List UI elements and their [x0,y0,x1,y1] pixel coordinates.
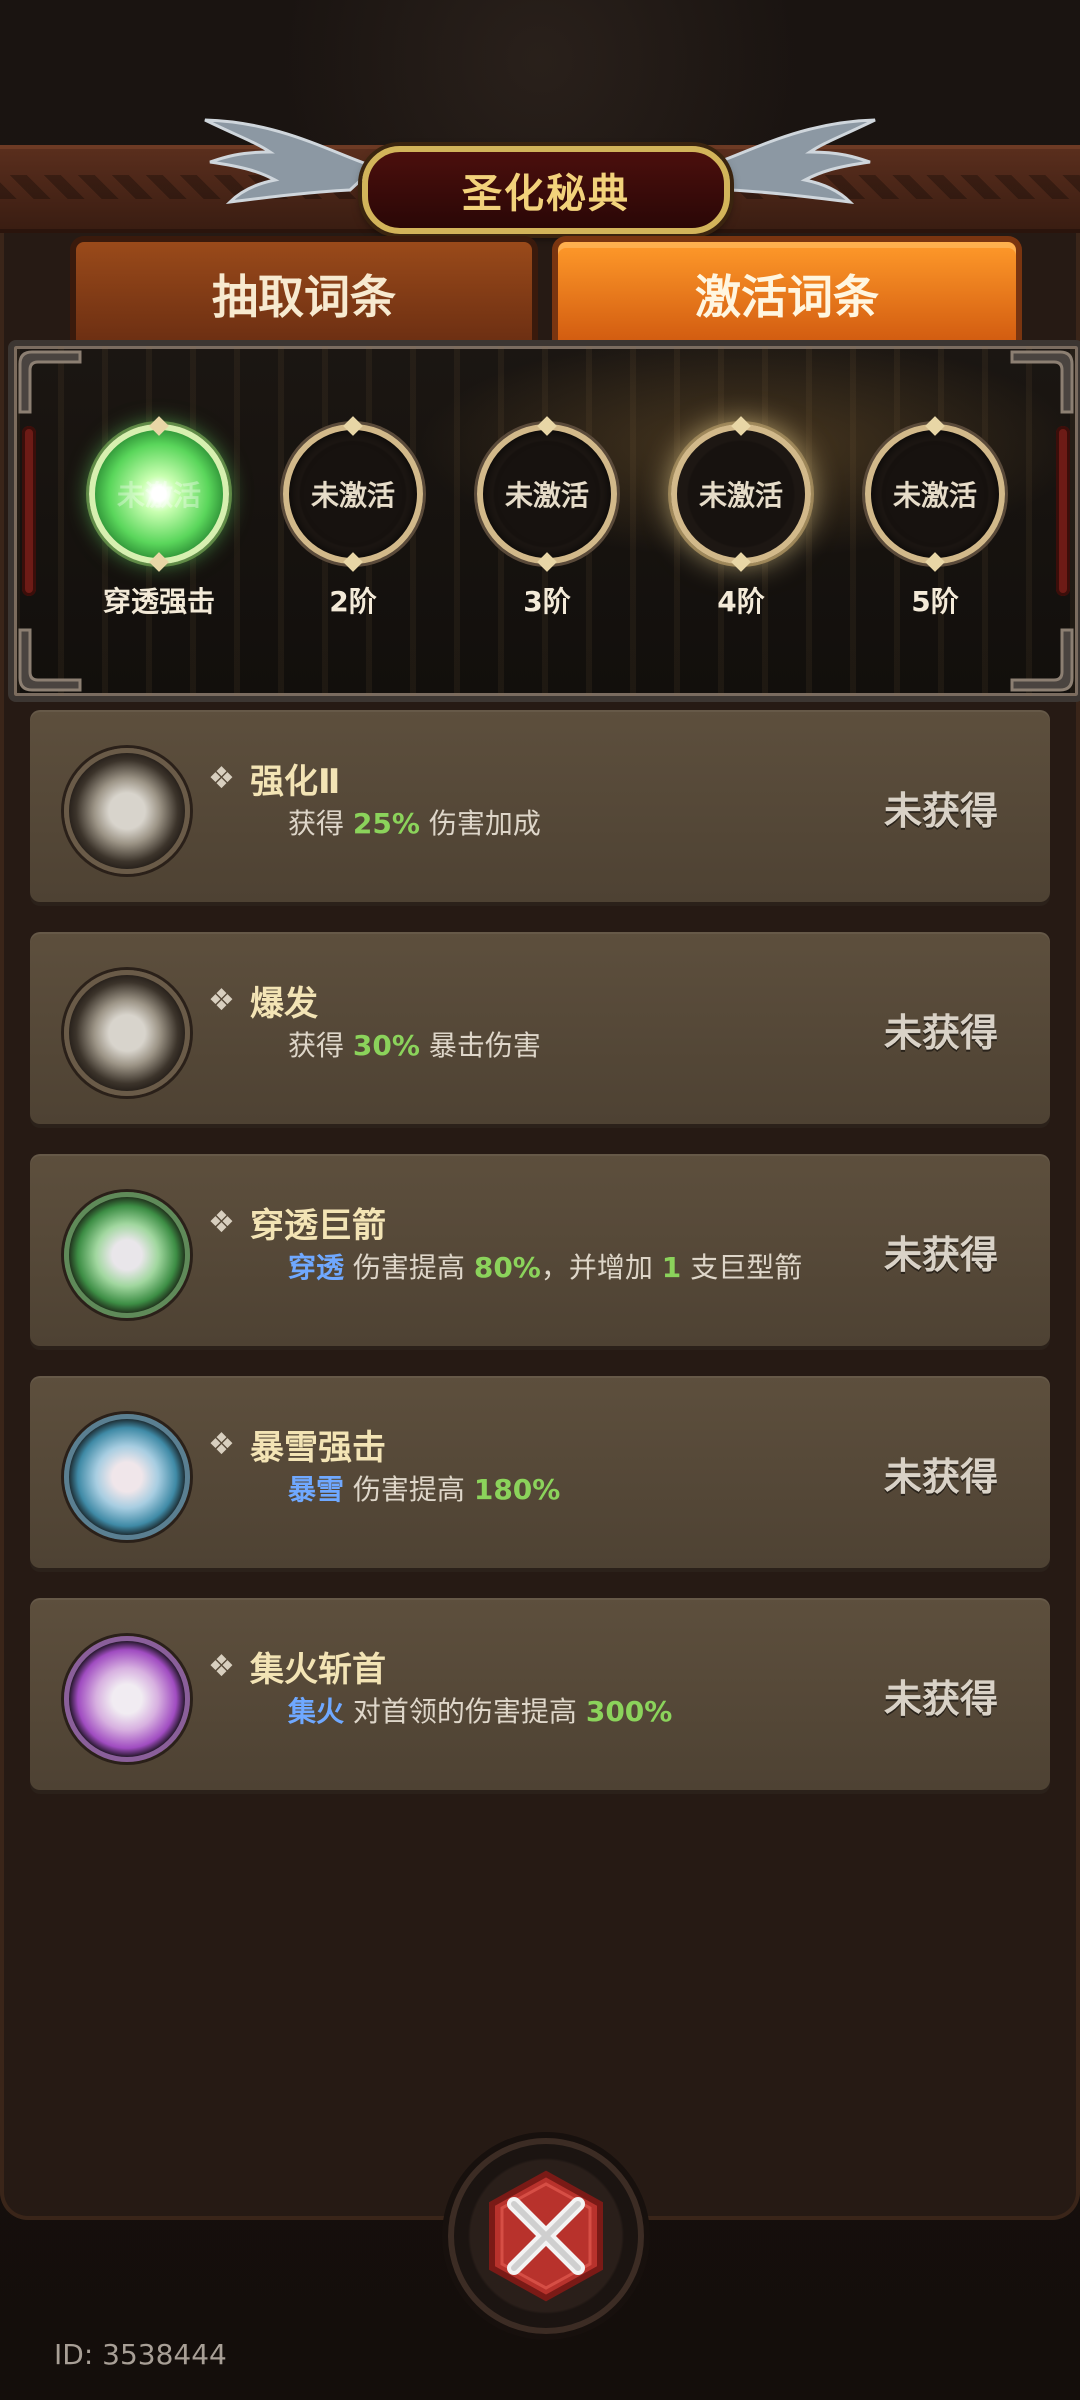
diamond-bullet-icon: ❖ [208,1648,235,1684]
tier-orb: 未激活 [671,424,811,564]
player-id: ID: 3538444 [54,2338,227,2371]
title-plate: 圣化秘典 [362,146,730,234]
diamond-bullet-icon: ❖ [208,1426,235,1462]
tier-3-slot[interactable]: 未激活 3阶 [472,424,622,620]
affix-row-4[interactable]: ❖ 暴雪强击 暴雪 伤害提高 180% 未获得 [30,1376,1050,1568]
close-button[interactable] [448,2138,644,2334]
affix-desc-text: ，并增加 [540,1251,653,1284]
affix-name: 强化Ⅱ [250,762,341,802]
tier-1-slot[interactable]: 未激活 穿透强击 [84,424,234,620]
tier-orb-label: 未激活 [892,479,977,512]
affix-gem-icon [64,1192,190,1318]
affix-row-2[interactable]: ❖ 爆发 获得 30% 暴击伤害 未获得 [30,932,1050,1124]
affix-status: 未获得 [883,1677,998,1721]
tier-orb-label: 未激活 [698,479,783,512]
affix-name: 穿透巨箭 [250,1206,386,1246]
affix-name: 暴雪强击 [250,1428,386,1468]
affix-description: 穿透 伤害提高 80%，并增加 1 支巨型箭 [288,1250,808,1286]
affix-gem-icon [64,970,190,1096]
affix-desc-keyword: 穿透 [288,1251,345,1284]
affix-name: 集火斩首 [250,1650,386,1690]
affix-desc-text: 获得 [288,1029,345,1062]
affix-status: 未获得 [883,789,998,833]
affix-row-5[interactable]: ❖ 集火斩首 集火 对首领的伤害提高 300% 未获得 [30,1598,1050,1790]
corner-ornament-icon [18,350,82,414]
tier-label: 2阶 [329,585,377,618]
tier-orb: 未激活 [283,424,423,564]
affix-row-3[interactable]: ❖ 穿透巨箭 穿透 伤害提高 80%，并增加 1 支巨型箭 未获得 [30,1154,1050,1346]
tier-orb-label: 未激活 [504,479,589,512]
affix-description: 暴雪 伤害提高 180% [288,1472,808,1508]
corner-ornament-icon [18,628,82,692]
affix-desc-text: 获得 [288,807,345,840]
tier-orb: 未激活 [89,424,229,564]
page-title: 圣化秘典 [462,171,630,217]
left-wing-icon [204,118,378,205]
affix-desc-number: 30% [352,1029,420,1062]
tier-4-slot[interactable]: 未激活 4阶 [666,424,816,620]
tab-activate-affix[interactable]: 激活词条 [552,236,1022,346]
affix-desc-number: 25% [352,807,420,840]
affix-name-row: ❖ 强化Ⅱ [208,754,340,803]
tab-draw-label: 抽取词条 [212,270,396,324]
tier-label: 4阶 [717,585,765,618]
stage-right-bar [1056,426,1070,596]
tab-draw-affix[interactable]: 抽取词条 [70,236,538,346]
affix-description: 获得 30% 暴击伤害 [288,1028,808,1064]
tier-orb-label: 未激活 [310,479,395,512]
diamond-bullet-icon: ❖ [208,1204,235,1240]
diamond-bullet-icon: ❖ [208,760,235,796]
affix-desc-text: 支巨型箭 [690,1251,803,1284]
affix-status: 未获得 [883,1011,998,1055]
tier-orb: 未激活 [477,424,617,564]
tier-stage: 未激活 穿透强击 未激活 2阶 未激活 3阶 未激活 4阶 未激活 5阶 [8,340,1080,702]
affix-name-row: ❖ 爆发 [208,976,318,1025]
stage-left-bar [22,426,36,596]
tier-label: 穿透强击 [102,585,215,618]
affix-desc-number: 80% [473,1251,541,1284]
affix-desc-text: 伤害加成 [428,807,541,840]
affix-desc-text: 伤害提高 [352,1251,465,1284]
diamond-bullet-icon: ❖ [208,982,235,1018]
tier-2-slot[interactable]: 未激活 2阶 [278,424,428,620]
affix-gem-icon [64,748,190,874]
tab-activate-label: 激活词条 [695,270,879,324]
tier-orb: 未激活 [865,424,1005,564]
affix-desc-text: 对首领的伤害提高 [352,1695,577,1728]
corner-ornament-icon [1010,350,1074,414]
affix-status: 未获得 [883,1233,998,1277]
affix-desc-number: 180% [473,1473,561,1506]
close-icon [489,2170,603,2302]
affix-desc-keyword: 集火 [288,1695,345,1728]
tier-orb-label: 未激活 [116,479,201,512]
affix-description: 集火 对首领的伤害提高 300% [288,1694,808,1730]
affix-description: 获得 25% 伤害加成 [288,806,808,842]
affix-desc-text: 伤害提高 [352,1473,465,1506]
affix-status: 未获得 [883,1455,998,1499]
affix-desc-keyword: 暴雪 [288,1473,345,1506]
corner-ornament-icon [1010,628,1074,692]
affix-row-1[interactable]: ❖ 强化Ⅱ 获得 25% 伤害加成 未获得 [30,710,1050,902]
affix-name-row: ❖ 穿透巨箭 [208,1198,386,1247]
affix-desc-number: 1 [661,1251,682,1284]
affix-desc-text: 暴击伤害 [428,1029,541,1062]
affix-name-row: ❖ 暴雪强击 [208,1420,386,1469]
affix-gem-icon [64,1636,190,1762]
tier-label: 3阶 [523,585,571,618]
tier-5-slot[interactable]: 未激活 5阶 [860,424,1010,620]
tier-label: 5阶 [911,585,959,618]
affix-gem-icon [64,1414,190,1540]
affix-desc-number: 300% [585,1695,673,1728]
affix-name-row: ❖ 集火斩首 [208,1642,386,1691]
affix-name: 爆发 [250,984,318,1024]
